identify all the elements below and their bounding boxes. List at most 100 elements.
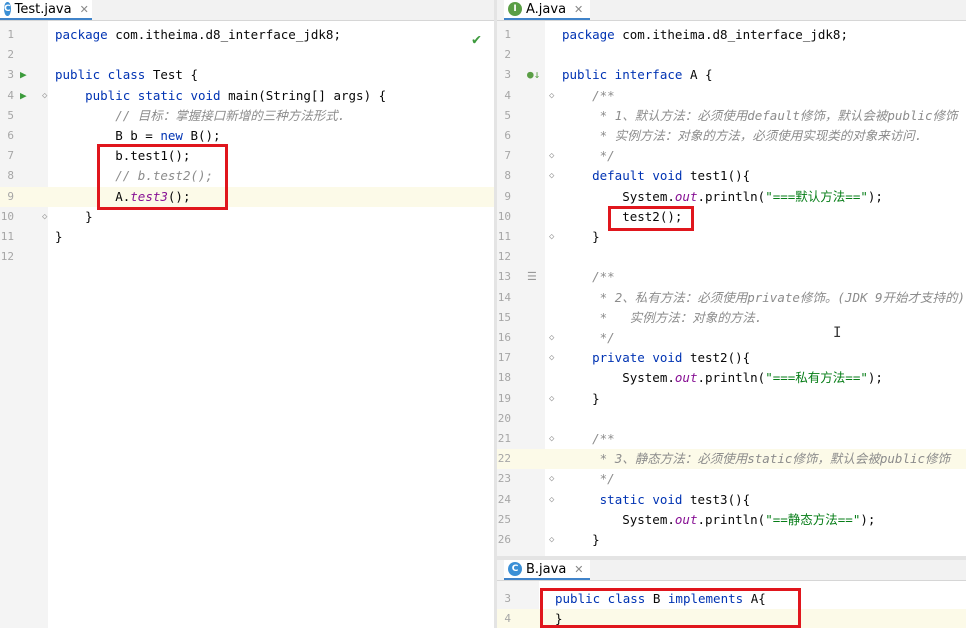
fold-icon[interactable]: ◇ [42, 207, 47, 227]
code-text: package com.itheima.d8_interface_jdk8; [562, 25, 848, 45]
line-number: 20 [497, 411, 511, 425]
fold-icon[interactable]: ◇ [549, 429, 554, 449]
line-number: 19 [497, 391, 511, 405]
line-number: 22 [497, 452, 511, 466]
code-line[interactable]: 5 * 1、默认方法：必须使用default修饰，默认会被public修饰 [497, 106, 966, 126]
fold-icon[interactable]: ◇ [42, 86, 47, 106]
code-line[interactable]: 9 System.out.println("===默认方法=="); [497, 187, 966, 207]
line-number: 7 [7, 149, 14, 163]
class-icon: C [4, 2, 11, 16]
fold-icon[interactable]: ◇ [549, 166, 554, 186]
line-number: 9 [504, 189, 511, 203]
code-line[interactable]: 18 System.out.println("===私有方法=="); [497, 368, 966, 388]
code-token: "===默认方法==" [765, 188, 868, 204]
code-line[interactable]: 5 // 目标：掌握接口新增的三种方法形式. [0, 106, 494, 126]
code-line[interactable]: 10 test2(); [497, 207, 966, 227]
tab-label: A.java [526, 1, 567, 17]
code-line[interactable]: 20 [497, 409, 966, 429]
code-line[interactable]: 6 * 实例方法：对象的方法，必须使用实现类的对象来访问. [497, 126, 966, 146]
line-number: 11 [497, 230, 511, 243]
fold-icon[interactable]: ◇ [549, 86, 554, 106]
code-line[interactable]: 3 ▶ public class Test { [0, 65, 494, 85]
fold-icon[interactable]: ◇ [549, 389, 554, 409]
line-number: 15 [497, 310, 511, 324]
code-token: ); [867, 370, 883, 386]
code-token: System. [562, 511, 675, 527]
line-number: 6 [7, 129, 14, 142]
fold-icon[interactable]: ◇ [549, 227, 554, 247]
code-line[interactable]: 25 System.out.println("==静态方法=="); [497, 510, 966, 530]
code-line[interactable]: 22 * 3、静态方法：必须使用static修饰，默认会被public修饰 [497, 449, 966, 470]
code-line[interactable]: 23 */ [497, 469, 966, 489]
tab-a-java[interactable]: I A.java ✕ [504, 0, 590, 20]
code-line[interactable]: 17 private void test2(){ [497, 348, 966, 368]
tab-test-java[interactable]: C Test.java ✕ [0, 0, 92, 20]
code-token: static void [599, 491, 690, 507]
fold-icon[interactable]: ◇ [549, 530, 554, 550]
code-line[interactable]: 15 * 实例方法：对象的方法. [497, 308, 966, 328]
bottom-code-area[interactable]: 3 public class B implements A{4} [497, 589, 966, 628]
code-line[interactable]: 4 /** [497, 86, 966, 106]
code-line[interactable]: 13 /** [497, 267, 966, 287]
left-code-area[interactable]: 1 package com.itheima.d8_interface_jdk8; 2… [0, 21, 494, 628]
code-line[interactable]: 6 B b = new B(); [0, 126, 494, 146]
implemented-gutter-icon[interactable]: ●↓ [527, 65, 540, 85]
code-line[interactable]: 4 ▶ public static void main(String[] args… [0, 86, 494, 106]
close-icon[interactable]: ✕ [80, 3, 89, 16]
code-line[interactable]: 7 b.test1(); [0, 146, 494, 166]
code-line[interactable]: 9 A.test3(); [0, 186, 494, 207]
interface-icon: I [508, 2, 522, 16]
run-gutter-icon[interactable]: ▶ [20, 86, 27, 106]
code-line[interactable]: 2 [497, 45, 966, 65]
code-line[interactable]: 19 } [497, 389, 966, 409]
code-line[interactable]: 8 default void test1(){ [497, 166, 966, 186]
code-text: System.out.println("===默认方法=="); [562, 187, 883, 207]
fold-icon[interactable]: ◇ [549, 146, 554, 166]
line-number: 18 [497, 371, 511, 385]
code-line[interactable]: 21 /** [497, 429, 966, 449]
right-code-area[interactable]: 1 package com.itheima.d8_interface_jdk8; 2… [497, 21, 966, 557]
line-number: 21 [497, 432, 511, 445]
code-line[interactable]: 1 package com.itheima.d8_interface_jdk8; [0, 25, 494, 45]
code-token: * 实例方法：对象的方法，必须使用实现类的对象来访问. [599, 128, 923, 143]
run-gutter-icon[interactable]: ▶ [20, 65, 27, 85]
code-line[interactable]: 7 */ [497, 146, 966, 166]
code-line[interactable]: 4} [497, 609, 966, 628]
code-line[interactable]: 8 // b.test2(); [0, 166, 494, 186]
bottom-editor-pane: C B.java ✕ 3 public class B implements A{… [497, 560, 966, 628]
code-text: B b = new B(); [55, 126, 220, 146]
line-number: 2 [7, 48, 14, 62]
code-token: com.itheima.d8_interface_jdk8; [622, 27, 848, 42]
code-line[interactable]: 14 * 2、私有方法：必须使用private修饰。(JDK 9开始才支持的) [497, 288, 966, 308]
line-number: 2 [504, 48, 511, 62]
fold-icon[interactable]: ◇ [549, 490, 554, 510]
code-token: /** [592, 87, 615, 103]
render-doc-icon[interactable]: ☰ [527, 267, 537, 287]
close-icon[interactable]: ✕ [574, 563, 583, 576]
fold-icon[interactable]: ◇ [549, 469, 554, 489]
code-line[interactable]: 11} [0, 227, 494, 247]
code-token: private void [592, 350, 690, 366]
code-text: public static void main(String[] args) { [55, 86, 386, 106]
code-line[interactable]: 24 static void test3(){ [497, 490, 966, 510]
code-line[interactable]: 12 [497, 247, 966, 267]
fold-icon[interactable]: ◇ [549, 348, 554, 368]
code-line[interactable]: 16 */ [497, 328, 966, 348]
tab-b-java[interactable]: C B.java ✕ [504, 560, 590, 580]
code-line[interactable]: 3 public interface A { [497, 65, 966, 85]
code-token: Test { [152, 67, 198, 83]
code-line[interactable]: 11 } [497, 227, 966, 247]
fold-icon[interactable]: ◇ [549, 328, 554, 348]
code-line[interactable]: 3 public class B implements A{ [497, 589, 966, 609]
code-line[interactable]: 2 [0, 45, 494, 65]
close-icon[interactable]: ✕ [574, 3, 583, 16]
code-line[interactable]: 26 } [497, 530, 966, 550]
left-tab-bar: C Test.java ✕ [0, 0, 494, 21]
code-line[interactable]: 12 [0, 247, 494, 267]
code-line[interactable]: 1 package com.itheima.d8_interface_jdk8; [497, 25, 966, 45]
line-number: 4 [504, 88, 511, 102]
code-line[interactable]: 10 } [0, 207, 494, 227]
code-text: /** [562, 429, 615, 449]
